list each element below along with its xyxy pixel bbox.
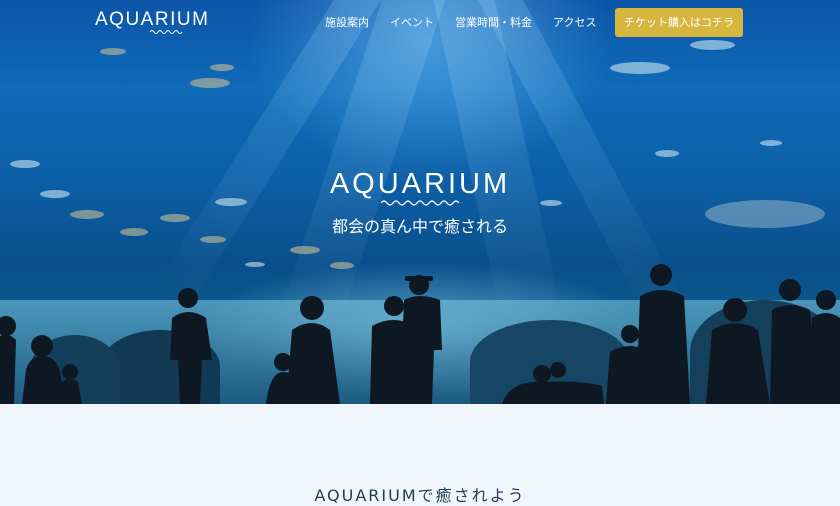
- nav-link-events[interactable]: イベント: [390, 14, 434, 30]
- intro-heading: AQUARIUMで癒されよう: [314, 486, 526, 505]
- nav-link-facilities[interactable]: 施設案内: [325, 14, 369, 30]
- logo-wave-icon: [150, 30, 183, 34]
- hero-subtitle: 都会の真ん中で癒される: [331, 217, 508, 236]
- site-header: AQUARIUM 施設案内 イベント 営業時間・料金 アクセス チケット購入はコ…: [0, 0, 840, 44]
- hero-title: AQUARIUM: [329, 168, 511, 200]
- nav-link-access[interactable]: アクセス: [553, 14, 596, 30]
- nav-link-hours-fees[interactable]: 営業時間・料金: [455, 14, 532, 30]
- hero-wave-icon: [381, 200, 459, 206]
- main-navigation: 施設案内 イベント 営業時間・料金 アクセス: [325, 14, 596, 30]
- buy-ticket-button[interactable]: チケット購入はコチラ: [615, 8, 743, 37]
- site-logo[interactable]: AQUARIUM: [95, 9, 209, 31]
- hero-section: AQUARIUM 施設案内 イベント 営業時間・料金 アクセス チケット購入はコ…: [0, 0, 840, 404]
